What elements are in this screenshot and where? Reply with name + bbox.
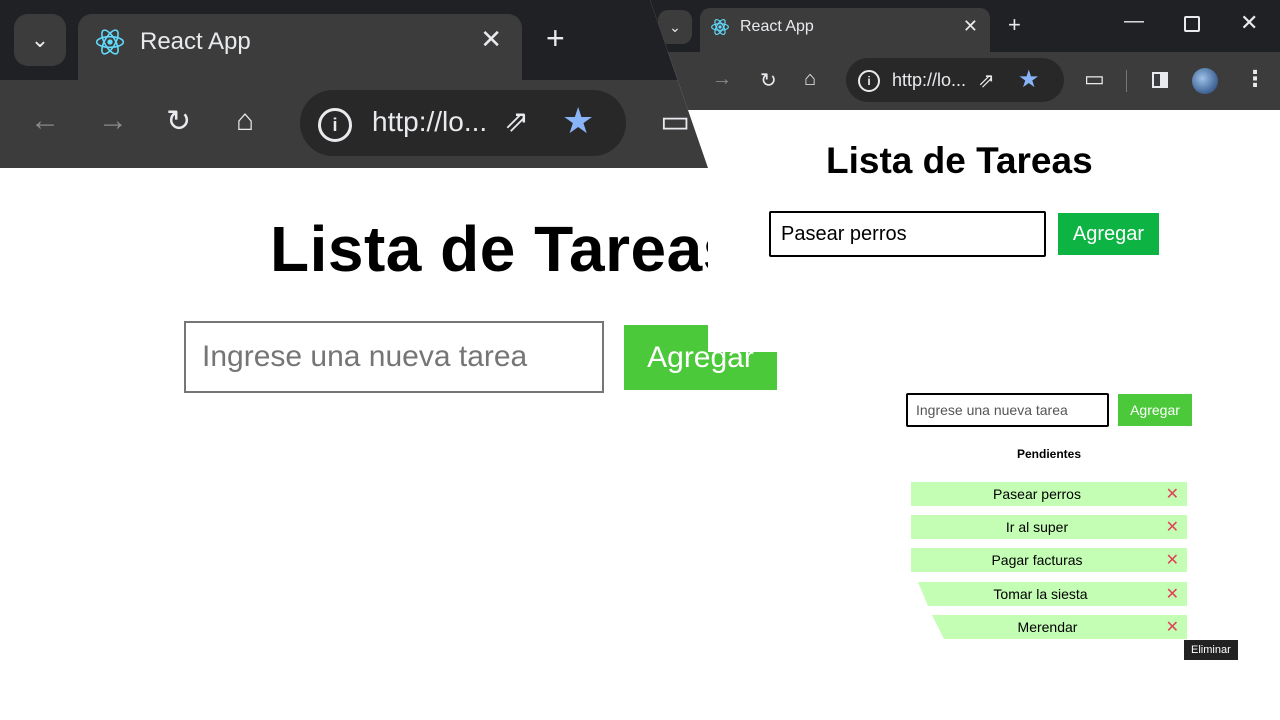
home-icon[interactable]: ⌂ [804, 68, 816, 91]
puzzle-icon[interactable]: ▭ [660, 102, 690, 140]
add-task-button[interactable]: Agregar [1118, 394, 1192, 426]
minimize-icon[interactable]: — [1124, 10, 1144, 33]
arrow-left-icon[interactable]: ← [30, 104, 60, 138]
avatar[interactable] [1192, 68, 1218, 94]
react-icon [95, 29, 125, 55]
list-item: Tomar la siesta ✕ [918, 582, 1187, 606]
list-item: Pasear perros ✕ [911, 482, 1187, 506]
task-label: Tomar la siesta [993, 586, 1088, 602]
task-label: Pagar facturas [991, 552, 1083, 568]
url-text: http://lo... [372, 106, 488, 137]
new-task-input[interactable] [184, 321, 604, 393]
list-item: Pagar facturas ✕ [911, 548, 1187, 572]
react-icon [711, 19, 729, 35]
delete-icon[interactable]: ✕ [1166, 584, 1179, 604]
task-label: Pasear perros [993, 486, 1081, 502]
section-title: Pendientes [1016, 447, 1082, 461]
tab-react-app[interactable]: React App ✕ [78, 14, 522, 80]
open-external-icon[interactable]: ⇗ [978, 68, 995, 93]
tab-bar: ⌄ React App ✕ + — ✕ [650, 0, 1280, 52]
star-icon[interactable]: ★ [562, 100, 594, 142]
page-title: Lista de Tareas [270, 213, 739, 285]
tab-react-app[interactable]: React App ✕ [700, 8, 990, 52]
task-label: Ir al super [1005, 519, 1069, 535]
page-title: Lista de Tareas [826, 140, 1093, 181]
home-icon[interactable]: ⌂ [236, 104, 254, 138]
new-task-input[interactable] [906, 393, 1109, 427]
delete-icon[interactable]: ✕ [1166, 550, 1179, 570]
browser-toolbar: → ↻ ⌂ i http://lo... ⇗ ★ ▭ ⋮ [650, 52, 1280, 110]
arrow-right-icon[interactable]: → [712, 68, 732, 91]
star-icon[interactable]: ★ [1018, 65, 1040, 94]
plus-icon[interactable]: + [546, 22, 565, 54]
menu-icon[interactable]: ⋮ [1244, 66, 1266, 92]
delete-tooltip: Eliminar [1184, 640, 1238, 660]
address-bar[interactable]: i http://lo... ⇗ ★ [846, 58, 1064, 102]
close-icon[interactable]: ✕ [480, 24, 502, 55]
reload-icon[interactable]: ↻ [166, 104, 191, 139]
reload-icon[interactable]: ↻ [760, 68, 777, 93]
puzzle-icon[interactable]: ▭ [1084, 66, 1105, 92]
task-label: Merendar [1017, 619, 1078, 635]
window-close-icon[interactable]: ✕ [1240, 10, 1258, 36]
maximize-icon[interactable] [1184, 16, 1200, 32]
delete-icon[interactable]: ✕ [1166, 517, 1179, 537]
info-icon[interactable]: i [318, 108, 352, 142]
address-bar[interactable]: i http://lo... ⇗ ★ [300, 90, 626, 156]
chevron-down-icon[interactable]: ⌄ [14, 14, 66, 66]
side-panel-icon[interactable] [1152, 72, 1168, 88]
tab-bar: ⌄ React App ✕ + [0, 0, 760, 80]
new-task-input[interactable] [769, 211, 1046, 257]
task-list-view: Agregar Pendientes Pasear perros ✕ Ir al… [818, 352, 1280, 720]
info-icon[interactable]: i [858, 70, 880, 92]
close-icon[interactable]: ✕ [963, 16, 978, 37]
arrow-right-icon[interactable]: → [98, 104, 128, 138]
open-external-icon[interactable]: ⇗ [504, 104, 529, 139]
delete-icon[interactable]: ✕ [1166, 617, 1179, 637]
tab-title: React App [740, 18, 814, 35]
list-item: Merendar ✕ [932, 615, 1187, 639]
url-text: http://lo... [892, 70, 967, 90]
plus-icon[interactable]: + [1008, 12, 1021, 38]
tab-title: React App [140, 28, 251, 55]
add-task-button[interactable]: Agregar [1058, 213, 1159, 255]
toolbar-divider [1126, 70, 1127, 92]
list-item: Ir al super ✕ [911, 515, 1187, 539]
browser-toolbar: ← → ↻ ⌂ i http://lo... ⇗ ★ ▭ [0, 80, 760, 168]
delete-icon[interactable]: ✕ [1166, 484, 1179, 504]
